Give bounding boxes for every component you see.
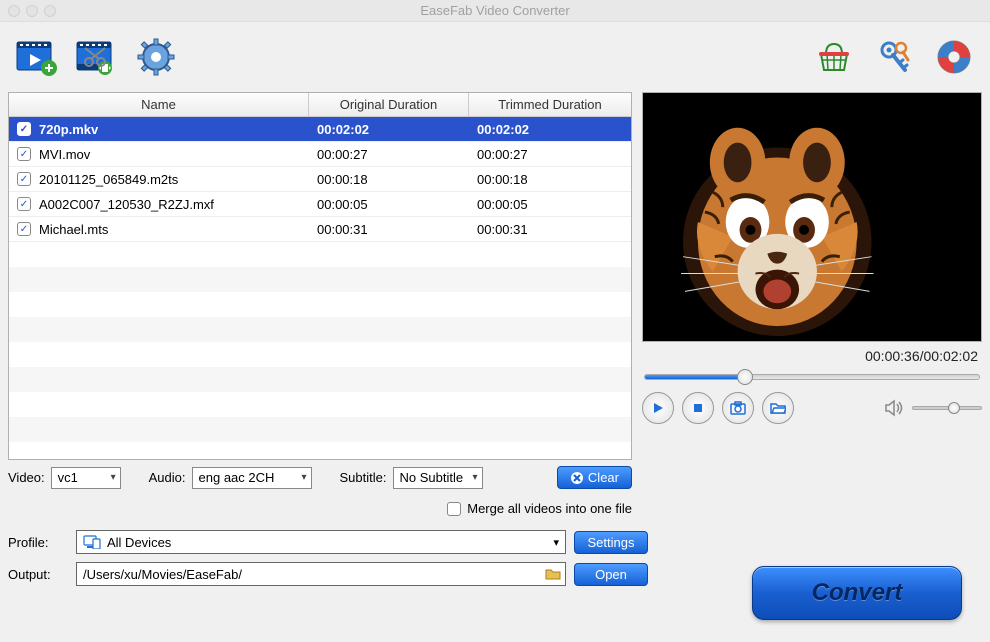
preview-frame-image bbox=[643, 93, 981, 341]
original-duration: 00:00:18 bbox=[309, 167, 469, 191]
original-duration: 00:00:31 bbox=[309, 217, 469, 241]
window-title: EaseFab Video Converter bbox=[0, 3, 990, 18]
profile-select[interactable]: All Devices bbox=[76, 530, 566, 554]
subtitle-track-select[interactable]: No Subtitle bbox=[393, 467, 483, 489]
volume-icon[interactable] bbox=[884, 399, 904, 417]
video-track-select[interactable]: vc1 bbox=[51, 467, 121, 489]
open-output-button[interactable]: Open bbox=[574, 563, 648, 586]
convert-button[interactable]: Convert bbox=[752, 566, 962, 620]
video-preview[interactable] bbox=[642, 92, 982, 342]
col-header-original-duration[interactable]: Original Duration bbox=[309, 93, 469, 116]
row-checkbox[interactable]: ✓ bbox=[17, 122, 31, 136]
subtitle-track-label: Subtitle: bbox=[340, 470, 387, 485]
snapshot-button[interactable] bbox=[722, 392, 754, 424]
original-duration: 00:02:02 bbox=[309, 117, 469, 141]
empty-rows-area bbox=[9, 242, 631, 460]
row-checkbox[interactable]: ✓ bbox=[17, 222, 31, 236]
trimmed-duration: 00:02:02 bbox=[469, 117, 631, 141]
audio-track-label: Audio: bbox=[149, 470, 186, 485]
video-track-label: Video: bbox=[8, 470, 45, 485]
audio-track-select[interactable]: eng aac 2CH bbox=[192, 467, 312, 489]
browse-folder-icon[interactable] bbox=[545, 567, 561, 581]
volume-slider[interactable] bbox=[912, 406, 982, 410]
merge-label: Merge all videos into one file bbox=[467, 501, 632, 516]
zoom-window-button[interactable] bbox=[44, 5, 56, 17]
table-row[interactable]: ✓ MVI.mov 00:00:2700:00:27 bbox=[9, 142, 631, 167]
clear-list-button[interactable]: Clear bbox=[557, 466, 632, 489]
shop-basket-button[interactable] bbox=[813, 36, 855, 78]
table-row[interactable]: ✓ 720p.mkv 00:02:0200:02:02 bbox=[9, 117, 631, 142]
edit-video-button[interactable] bbox=[75, 36, 117, 78]
merge-checkbox[interactable] bbox=[447, 502, 461, 516]
file-name: Michael.mts bbox=[39, 222, 108, 237]
row-checkbox[interactable]: ✓ bbox=[17, 172, 31, 186]
trimmed-duration: 00:00:18 bbox=[469, 167, 631, 191]
col-header-name[interactable]: Name bbox=[9, 93, 309, 116]
trimmed-duration: 00:00:27 bbox=[469, 142, 631, 166]
minimize-window-button[interactable] bbox=[26, 5, 38, 17]
device-icon bbox=[83, 535, 101, 549]
close-window-button[interactable] bbox=[8, 5, 20, 17]
main-toolbar bbox=[0, 22, 990, 92]
original-duration: 00:00:27 bbox=[309, 142, 469, 166]
clear-icon bbox=[570, 471, 584, 485]
output-path-field[interactable]: /Users/xu/Movies/EaseFab/ bbox=[76, 562, 566, 586]
table-row[interactable]: ✓ 20101125_065849.m2ts 00:00:1800:00:18 bbox=[9, 167, 631, 192]
profile-label: Profile: bbox=[8, 535, 68, 550]
col-header-trimmed-duration[interactable]: Trimmed Duration bbox=[469, 93, 631, 116]
trimmed-duration: 00:00:31 bbox=[469, 217, 631, 241]
row-checkbox[interactable]: ✓ bbox=[17, 197, 31, 211]
file-list-table: Name Original Duration Trimmed Duration … bbox=[8, 92, 632, 460]
open-folder-button[interactable] bbox=[762, 392, 794, 424]
table-row[interactable]: ✓ Michael.mts 00:00:3100:00:31 bbox=[9, 217, 631, 242]
file-name: A002C007_120530_R2ZJ.mxf bbox=[39, 197, 214, 212]
row-checkbox[interactable]: ✓ bbox=[17, 147, 31, 161]
stop-button[interactable] bbox=[682, 392, 714, 424]
file-name: MVI.mov bbox=[39, 147, 90, 162]
original-duration: 00:00:05 bbox=[309, 192, 469, 216]
window-titlebar: EaseFab Video Converter bbox=[0, 0, 990, 22]
trimmed-duration: 00:00:05 bbox=[469, 192, 631, 216]
register-key-button[interactable] bbox=[873, 36, 915, 78]
help-lifebuoy-button[interactable] bbox=[933, 36, 975, 78]
table-row[interactable]: ✓ A002C007_120530_R2ZJ.mxf 00:00:0500:00:0… bbox=[9, 192, 631, 217]
file-name: 720p.mkv bbox=[39, 122, 98, 137]
settings-gear-button[interactable] bbox=[135, 36, 177, 78]
file-name: 20101125_065849.m2ts bbox=[39, 172, 178, 187]
output-label: Output: bbox=[8, 567, 68, 582]
play-button[interactable] bbox=[642, 392, 674, 424]
add-video-button[interactable] bbox=[15, 36, 57, 78]
settings-button[interactable]: Settings bbox=[574, 531, 648, 554]
playback-time-readout: 00:00:36/00:02:02 bbox=[642, 342, 982, 370]
seek-bar[interactable] bbox=[642, 370, 982, 392]
